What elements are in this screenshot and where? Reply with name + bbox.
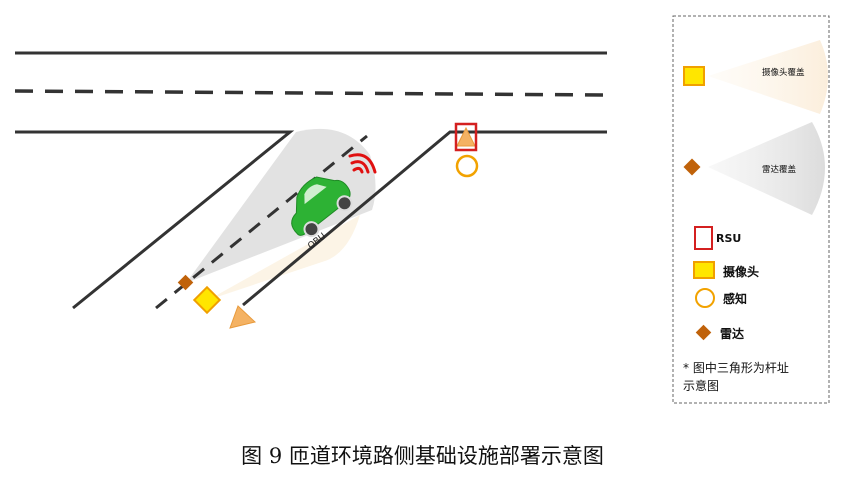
- pole-triangle-ramp: [229, 305, 257, 329]
- legend-sensing-icon: [695, 288, 715, 308]
- legend-camera-label: 摄像头: [723, 264, 759, 279]
- legend-camera-coverage-label: 摄像头覆盖: [762, 67, 805, 78]
- road-center-dashed: [14, 89, 608, 97]
- figure-caption: 图 9 匝道环境路侧基础设施部署示意图: [241, 444, 604, 468]
- sensing-device: [455, 154, 479, 178]
- legend-rsu-icon: [694, 226, 713, 250]
- camera-device: [192, 285, 222, 315]
- legend-camera-item-icon: [693, 261, 715, 279]
- legend-radar-coverage-label: 雷达覆盖: [762, 164, 797, 175]
- legend-sensing-label: 感知: [723, 291, 747, 306]
- legend-radar-label: 雷达: [720, 326, 744, 341]
- legend-note-line1: * 图中三角形为杆址: [683, 360, 789, 375]
- legend-radar-item-icon: [695, 324, 712, 341]
- legend-rsu-label: RSU: [716, 232, 741, 245]
- legend-note-line2: 示意图: [683, 378, 719, 393]
- legend-camera-icon: [683, 66, 705, 86]
- legend-radar-icon: [683, 158, 701, 176]
- ramp-diagram: OBU 摄像头覆盖 雷达覆盖 RSU 摄像头 感知 雷达 * 图中三角形为杆址 …: [14, 15, 830, 404]
